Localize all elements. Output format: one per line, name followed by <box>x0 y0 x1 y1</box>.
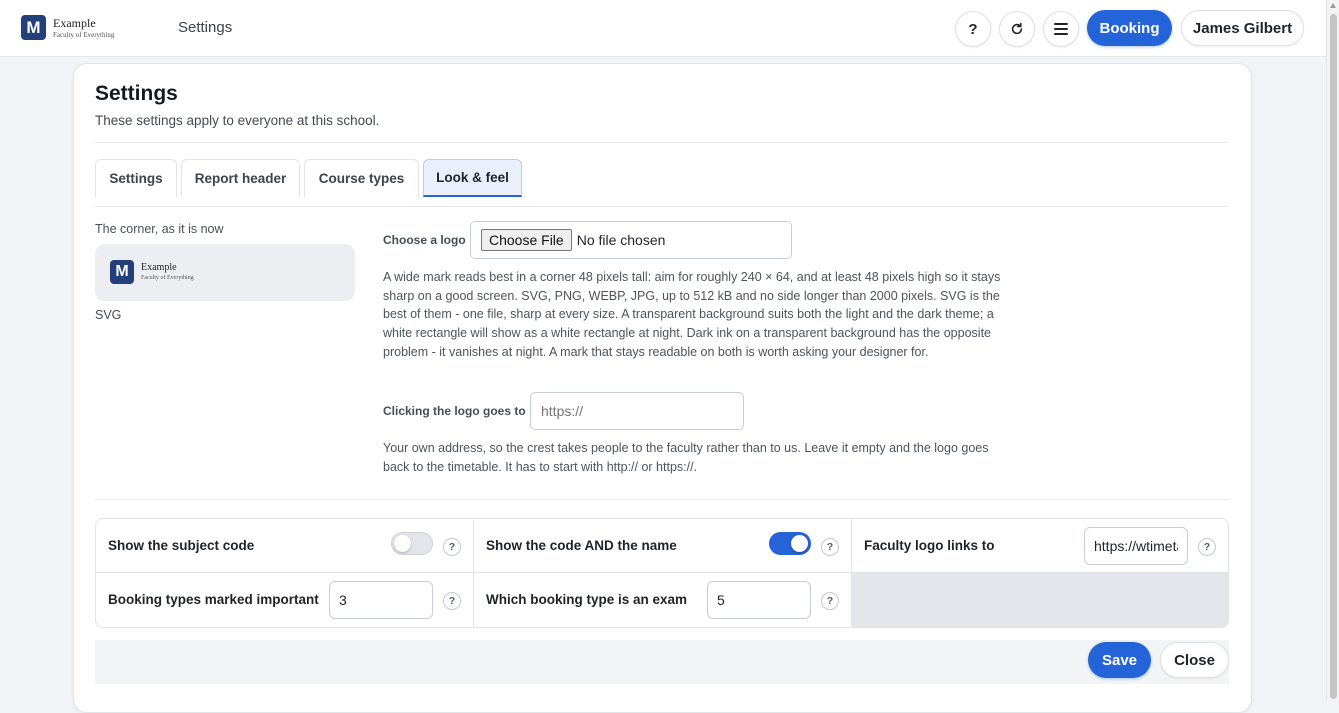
logo-help-text: A wide mark reads best in a corner 48 pi… <box>383 270 1001 359</box>
question-mark-icon[interactable]: ? <box>821 592 839 610</box>
subject-code-toggle[interactable] <box>391 532 433 555</box>
page-subtitle: These settings apply to everyone at this… <box>95 113 380 128</box>
help-button[interactable]: ? <box>955 11 991 47</box>
question-mark-icon[interactable]: ? <box>443 538 461 556</box>
close-button[interactable]: Close <box>1160 642 1229 678</box>
code-and-name-label: Show the code AND the name <box>486 538 677 553</box>
logo-link-input[interactable] <box>530 392 744 430</box>
top-page-title: Settings <box>178 19 233 36</box>
header-divider <box>95 142 1229 143</box>
refresh-button[interactable] <box>999 11 1035 47</box>
option-subject-code: Show the subject code ? <box>96 519 474 573</box>
options-grid: Show the subject code ? Show the code AN… <box>95 518 1229 628</box>
scrollbar-thumb[interactable] <box>1330 14 1337 699</box>
question-mark-icon[interactable]: ? <box>443 592 461 610</box>
faculty-logo-link-label: Faculty logo links to <box>864 538 995 553</box>
user-menu-button[interactable]: James Gilbert <box>1181 10 1304 46</box>
brand-logo[interactable]: M Example Faculty of Everything <box>21 15 114 40</box>
important-types-input[interactable] <box>329 581 433 619</box>
booking-button[interactable]: Booking <box>1087 10 1172 46</box>
scroll-up-arrow-icon[interactable] <box>1330 3 1336 8</box>
footer-bar <box>95 640 1229 684</box>
option-code-and-name: Show the code AND the name ? <box>474 519 852 573</box>
toggle-knob <box>394 535 411 552</box>
refresh-icon <box>1011 22 1023 35</box>
logo-link-help-text: Your own address, so the crest takes peo… <box>383 441 989 474</box>
brand-logo-mark: M <box>21 15 46 40</box>
exam-type-input[interactable] <box>707 581 811 619</box>
section-divider <box>95 499 1229 500</box>
logo-format-label: SVG <box>95 308 122 322</box>
brand-name: Example <box>53 15 96 30</box>
corner-preview: M Example Faculty of Everything <box>95 244 355 301</box>
logo-file-input[interactable]: Choose File No file chosen <box>470 221 792 259</box>
tabs-divider <box>95 206 1229 207</box>
help-icon: ? <box>968 20 978 38</box>
choose-file-button[interactable]: Choose File <box>481 229 572 251</box>
subject-code-label: Show the subject code <box>108 538 255 553</box>
brand-subtitle: Faculty of Everything <box>53 30 115 39</box>
top-bar: M Example Faculty of Everything Settings… <box>0 0 1326 57</box>
tab-course-types[interactable]: Course types <box>304 159 419 197</box>
page-scrollbar[interactable] <box>1326 0 1339 700</box>
option-faculty-logo-link: Faculty logo links to ? <box>852 519 1228 573</box>
menu-button[interactable] <box>1043 11 1079 47</box>
empty-grid-cell <box>852 573 1228 627</box>
corner-preview-label: The corner, as it is now <box>95 222 224 236</box>
logo-link-label: Clicking the logo goes to <box>383 404 526 418</box>
tab-settings[interactable]: Settings <box>95 159 177 197</box>
tab-look-and-feel[interactable]: Look & feel <box>423 159 522 197</box>
option-important-types: Booking types marked important ? <box>96 573 474 627</box>
choose-logo-label: Choose a logo <box>383 233 466 247</box>
preview-logo-mark: M <box>110 260 134 284</box>
preview-brand-name: Example <box>141 262 177 273</box>
save-button[interactable]: Save <box>1088 642 1151 678</box>
exam-type-label: Which booking type is an exam <box>486 592 688 607</box>
preview-brand-subtitle: Faculty of Everything <box>141 275 194 281</box>
question-mark-icon[interactable]: ? <box>821 538 839 556</box>
question-mark-icon[interactable]: ? <box>1198 538 1216 556</box>
tab-report-header[interactable]: Report header <box>181 159 300 197</box>
file-status: No file chosen <box>576 232 666 248</box>
toggle-knob <box>791 535 808 552</box>
important-types-label: Booking types marked important <box>108 592 319 607</box>
code-and-name-toggle[interactable] <box>769 532 811 555</box>
faculty-logo-link-input[interactable] <box>1084 527 1188 565</box>
hamburger-menu-icon <box>1054 23 1068 35</box>
page-title: Settings <box>95 82 178 105</box>
preview-logo: M Example Faculty of Everything <box>110 260 194 284</box>
option-exam-type: Which booking type is an exam ? <box>474 573 852 627</box>
